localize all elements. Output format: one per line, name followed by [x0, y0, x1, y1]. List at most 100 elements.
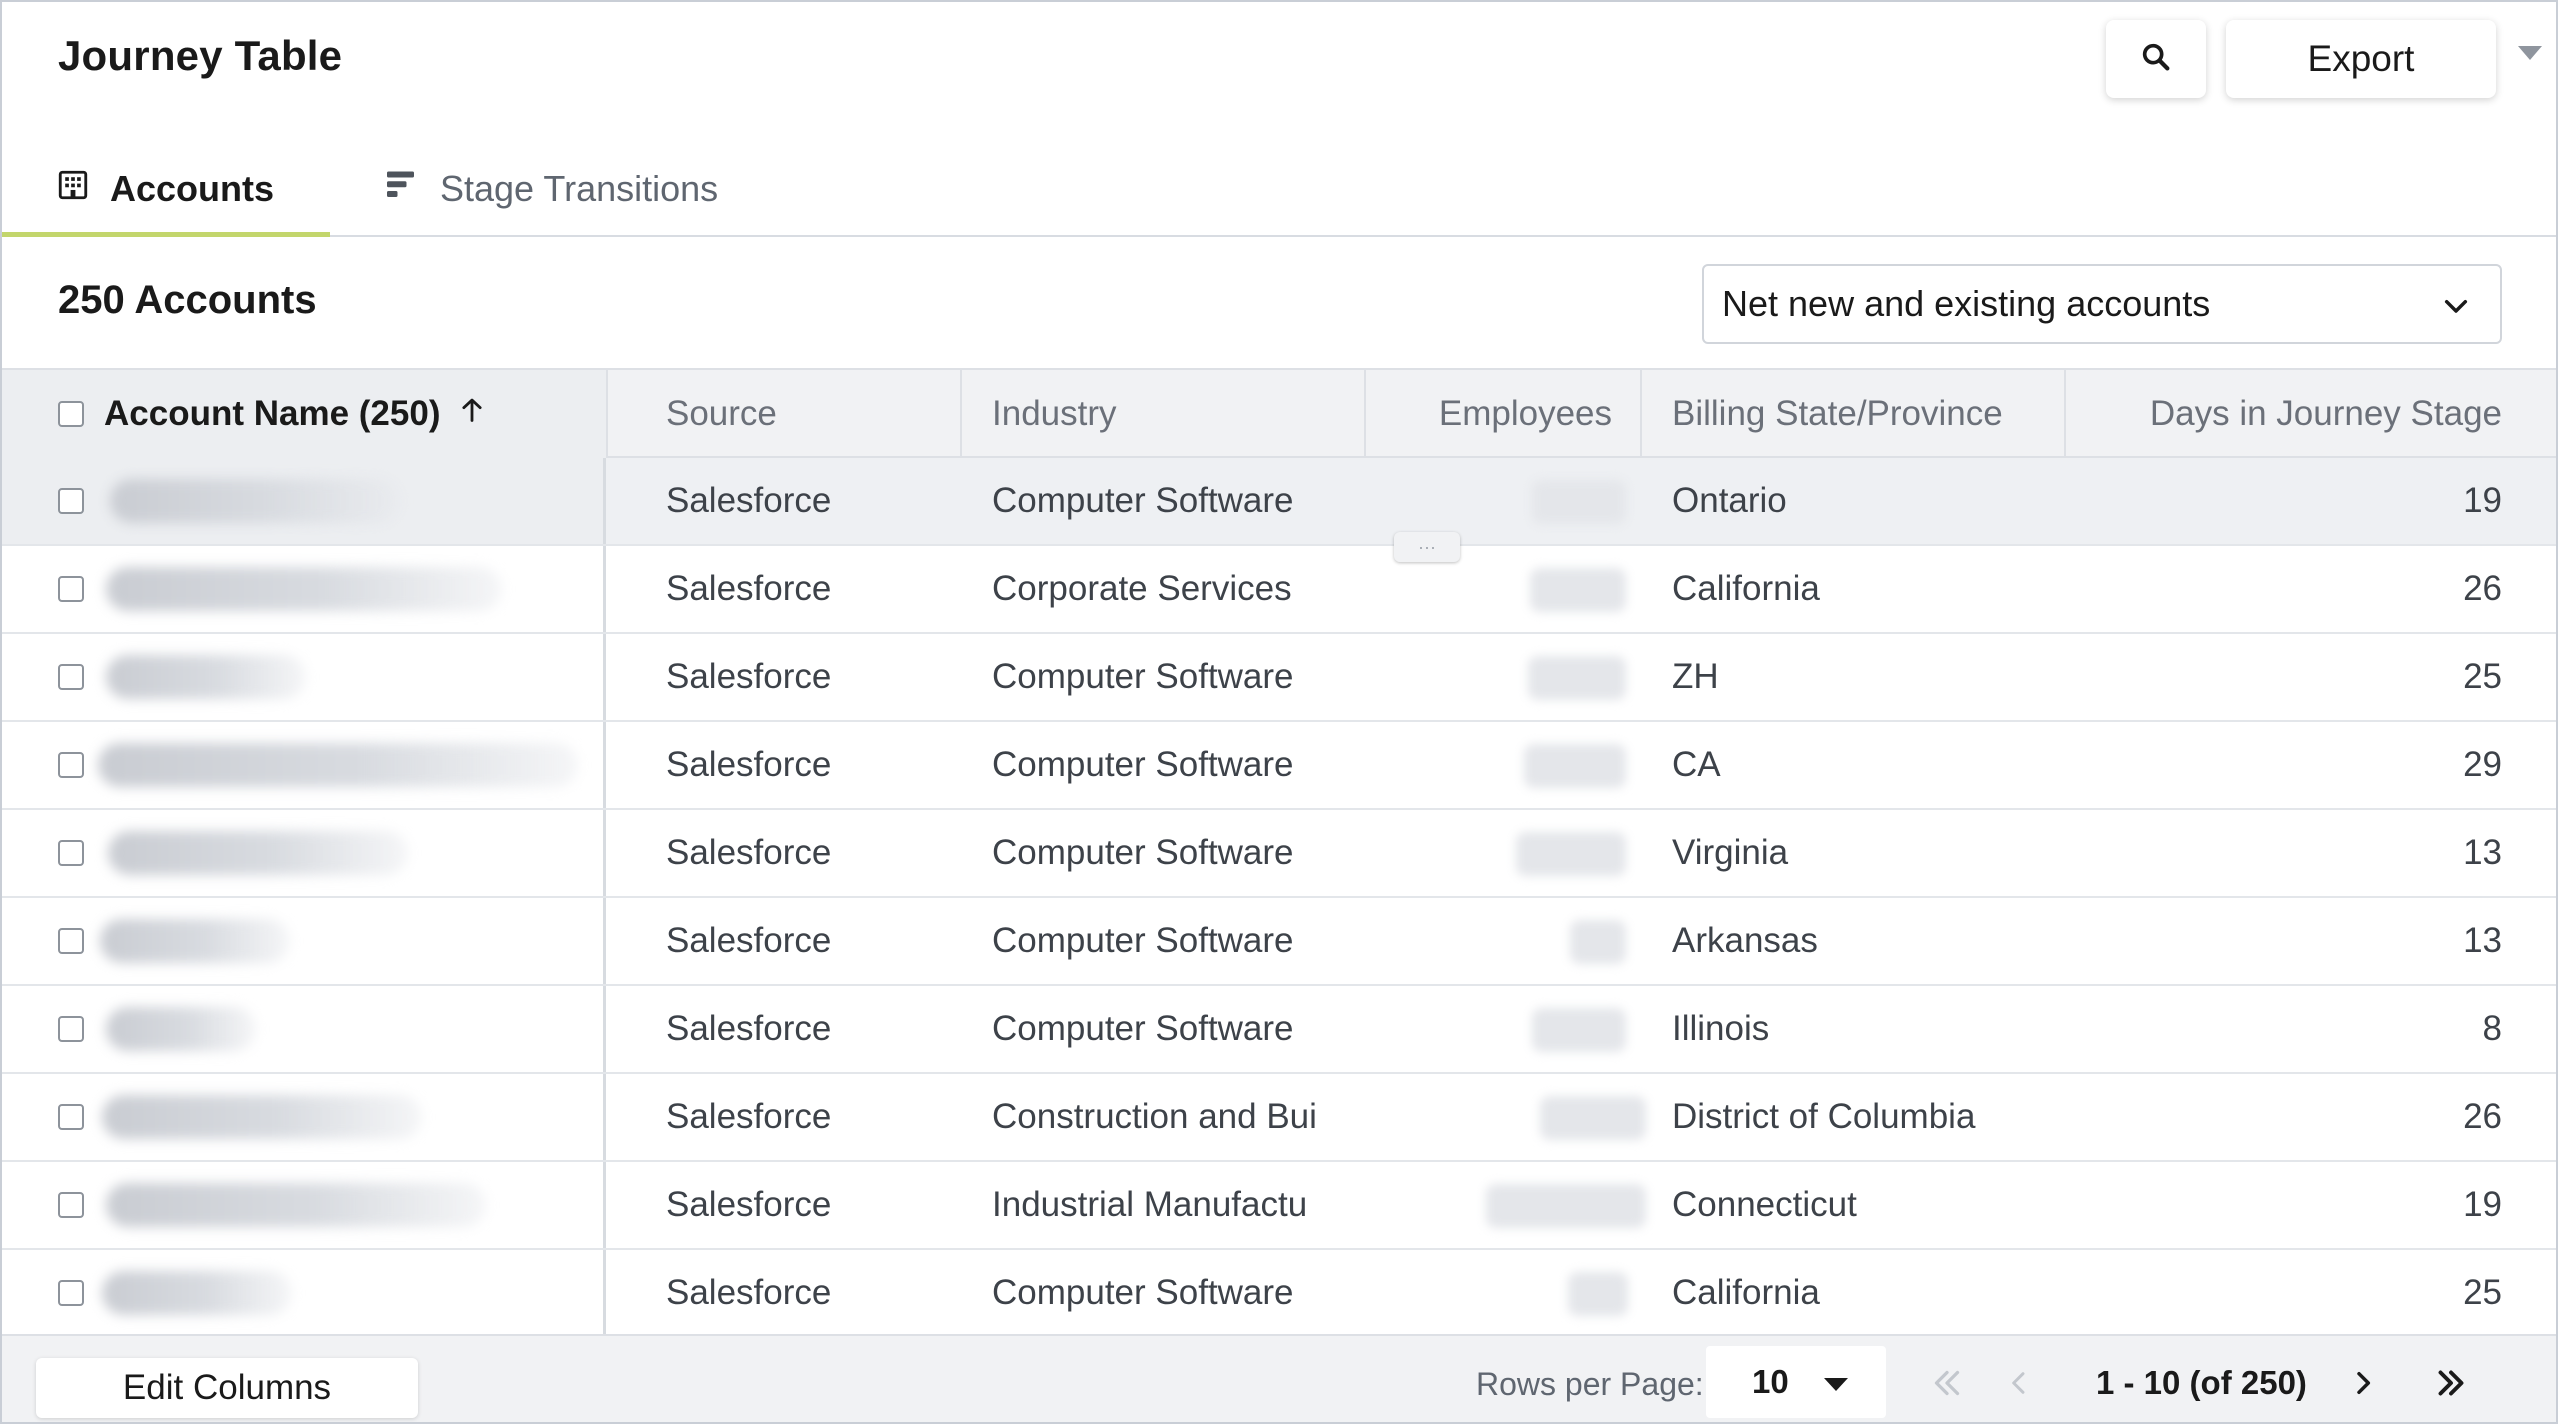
source-cell: Salesforce [666, 833, 832, 872]
column-header-account-name[interactable]: Account Name (250) [2, 370, 606, 458]
column-header-industry[interactable]: Industry [992, 370, 1117, 458]
source-cell: Salesforce [666, 569, 832, 608]
row-checkbox[interactable] [58, 1280, 84, 1306]
source-cell: Salesforce [666, 1009, 832, 1048]
days-in-stage-cell: 8 [2482, 1009, 2502, 1048]
row-checkbox[interactable] [58, 488, 84, 514]
page-title: Journey Table [58, 32, 343, 79]
journey-table-panel: Journey Table Export Accounts Stage Tran… [0, 0, 2558, 1424]
table-row[interactable]: Salesforce Computer Software Ontario 19 [2, 458, 2556, 546]
edit-columns-button[interactable]: Edit Columns [36, 1358, 418, 1418]
billing-state-cell: Virginia [1672, 833, 1789, 872]
tab-accounts[interactable]: Accounts [2, 142, 330, 236]
billing-state-cell: ZH [1672, 657, 1719, 696]
table-row[interactable]: Salesforce Computer Software Virginia 13 [2, 810, 2556, 898]
redacted-employees [1528, 656, 1626, 700]
pagination-range: 1 - 10 (of 250) [2096, 1364, 2307, 1401]
redacted-account-name [106, 1183, 486, 1227]
billing-state-cell: District of Columbia [1672, 1097, 1976, 1136]
billing-state-cell: CA [1672, 745, 1721, 784]
table-row[interactable]: Salesforce Computer Software Arkansas 13 [2, 898, 2556, 986]
billing-state-cell: California [1672, 569, 1820, 608]
rows-per-page-label: Rows per Page: [1476, 1366, 1704, 1402]
column-header-days-in-stage[interactable]: Days in Journey Stage [2102, 370, 2502, 458]
account-type-value: Net new and existing accounts [1722, 283, 2211, 324]
row-checkbox[interactable] [58, 840, 84, 866]
column-divider [1640, 370, 1642, 458]
account-name-cell[interactable] [2, 1162, 606, 1248]
export-button[interactable]: Export [2226, 20, 2496, 98]
tab-stage-transitions-label: Stage Transitions [440, 168, 719, 209]
days-in-stage-cell: 29 [2463, 745, 2502, 784]
column-divider [1364, 370, 1366, 458]
chevron-down-icon [2440, 290, 2472, 332]
redacted-employees [1570, 920, 1626, 964]
last-page-icon[interactable] [2426, 1358, 2476, 1408]
account-name-cell[interactable] [2, 1250, 606, 1336]
source-cell: Salesforce [666, 921, 832, 960]
rows-per-page-select[interactable]: 10 [1706, 1346, 1886, 1418]
redacted-account-name [108, 831, 408, 875]
table-row[interactable]: Salesforce Corporate Services California… [2, 546, 2556, 634]
chevron-down-icon[interactable] [2518, 46, 2542, 60]
table-row[interactable]: Salesforce Construction and Bui District… [2, 1074, 2556, 1162]
redacted-employees [1530, 568, 1626, 612]
table-row[interactable]: Salesforce Industrial Manufactu Connecti… [2, 1162, 2556, 1250]
source-cell: Salesforce [666, 481, 832, 520]
account-name-cell[interactable] [2, 898, 606, 984]
column-header-billing-state[interactable]: Billing State/Province [1672, 370, 2003, 458]
source-cell: Salesforce [666, 1097, 832, 1136]
column-divider [606, 370, 608, 458]
tab-accounts-label: Accounts [110, 168, 275, 209]
row-checkbox[interactable] [58, 1192, 84, 1218]
account-name-cell[interactable] [2, 1074, 606, 1160]
redacted-account-name [100, 919, 290, 963]
table-row[interactable]: Salesforce Computer Software Illinois 8 [2, 986, 2556, 1074]
industry-cell: Computer Software [992, 1273, 1294, 1312]
redacted-employees [1532, 1008, 1626, 1052]
table-row[interactable]: Salesforce Computer Software ZH 25 [2, 634, 2556, 722]
column-resize-handle[interactable]: ··· [1394, 532, 1460, 562]
account-name-cell[interactable] [2, 722, 606, 808]
column-header-source[interactable]: Source [666, 370, 777, 458]
row-checkbox[interactable] [58, 1104, 84, 1130]
account-name-cell[interactable] [2, 634, 606, 720]
previous-page-icon[interactable] [1994, 1358, 2044, 1408]
next-page-icon[interactable] [2338, 1358, 2388, 1408]
account-name-cell[interactable] [2, 810, 606, 896]
source-cell: Salesforce [666, 1185, 832, 1224]
table-row[interactable]: Salesforce Computer Software California … [2, 1250, 2556, 1338]
days-in-stage-cell: 26 [2463, 569, 2502, 608]
row-checkbox[interactable] [58, 752, 84, 778]
source-cell: Salesforce [666, 1273, 832, 1312]
active-tab-indicator [2, 232, 330, 237]
first-page-icon[interactable] [1922, 1358, 1972, 1408]
account-name-cell[interactable] [2, 458, 606, 544]
tab-stage-transitions[interactable]: Stage Transitions [384, 142, 718, 236]
billing-state-cell: California [1672, 1273, 1820, 1312]
days-in-stage-cell: 19 [2463, 481, 2502, 520]
search-button[interactable] [2106, 20, 2206, 98]
account-type-dropdown[interactable]: Net new and existing accounts [1702, 264, 2502, 344]
column-header-employees[interactable]: Employees [1388, 370, 1612, 458]
redacted-account-name [106, 567, 502, 611]
row-checkbox[interactable] [58, 1016, 84, 1042]
table-row[interactable]: Salesforce Computer Software CA 29 [2, 722, 2556, 810]
row-checkbox[interactable] [58, 576, 84, 602]
billing-state-cell: Connecticut [1672, 1185, 1857, 1224]
sort-ascending-icon[interactable] [458, 394, 486, 434]
select-all-checkbox[interactable] [58, 401, 84, 427]
redacted-employees [1486, 1184, 1646, 1228]
account-name-cell[interactable] [2, 986, 606, 1072]
building-icon [56, 168, 90, 211]
industry-cell: Construction and Bui [992, 1097, 1317, 1136]
account-name-cell[interactable] [2, 546, 606, 632]
billing-state-cell: Ontario [1672, 481, 1787, 520]
row-checkbox[interactable] [58, 928, 84, 954]
industry-cell: Corporate Services [992, 569, 1292, 608]
days-in-stage-cell: 19 [2463, 1185, 2502, 1224]
bar-list-icon [384, 167, 420, 212]
redacted-account-name [102, 1095, 422, 1139]
industry-cell: Computer Software [992, 921, 1294, 960]
row-checkbox[interactable] [58, 664, 84, 690]
